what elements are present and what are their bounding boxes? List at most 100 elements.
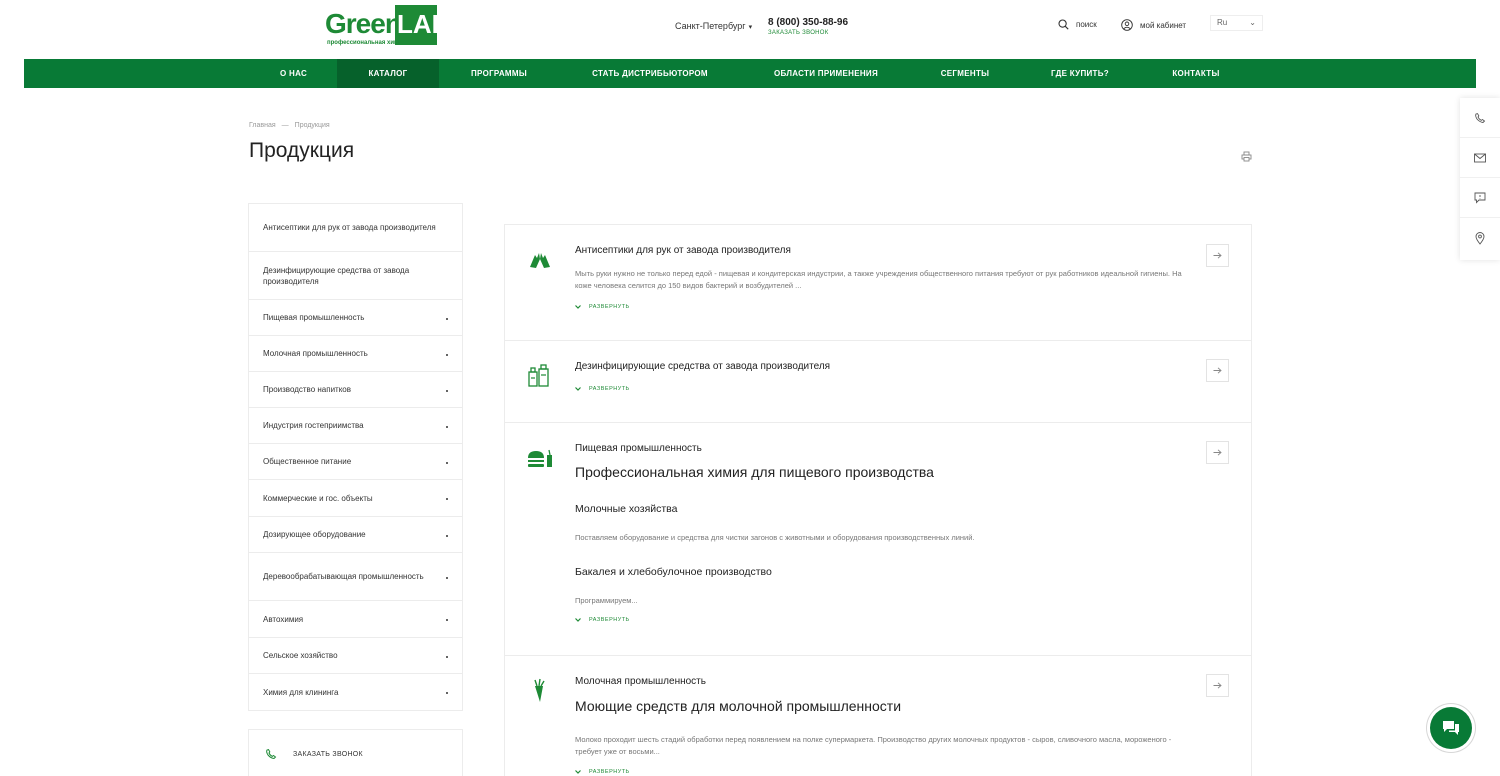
submenu-dot-icon xyxy=(446,425,448,428)
sidebar-item[interactable]: Химия для клининга xyxy=(249,674,462,710)
gloves-icon xyxy=(527,249,553,276)
sidebar-item[interactable]: Автохимия xyxy=(249,601,462,638)
sidebar-item[interactable]: Пищевая промышленность xyxy=(249,300,462,336)
sidebar-item-label: Дозирующее оборудование xyxy=(263,530,366,539)
nav-item-applications[interactable]: ОБЛАСТИ ПРИМЕНЕНИЯ xyxy=(746,59,906,88)
sidebar-item[interactable]: Молочная промышленность xyxy=(249,336,462,372)
submenu-dot-icon xyxy=(446,534,448,537)
sidebar-item-label: Деревообрабатывающая промышленность xyxy=(263,572,424,581)
sidebar-item[interactable]: Индустрия гостеприимства xyxy=(249,408,462,444)
city-label: Санкт-Петербург xyxy=(675,21,746,31)
subsection-description: Программируем... xyxy=(575,596,638,605)
subsection-description: Поставляем оборудование и средства для ч… xyxy=(575,533,975,542)
logo-subtitle: профессиональная химия xyxy=(327,40,406,46)
bottles-icon xyxy=(527,363,553,394)
sidebar-item[interactable]: Антисептики для рук от завода производит… xyxy=(249,204,462,252)
logo-text: Green xyxy=(325,8,402,39)
city-selector[interactable]: Санкт-Петербург ▾ xyxy=(675,21,752,31)
chat-button[interactable] xyxy=(1430,707,1472,749)
sidebar-item[interactable]: Общественное питание xyxy=(249,444,462,480)
page-title: Продукция xyxy=(249,139,355,162)
language-select[interactable]: Ru ⌄ xyxy=(1210,15,1263,31)
expand-button[interactable]: развернуть xyxy=(575,304,630,310)
sidebar-item[interactable]: Коммерческие и гос. объекты xyxy=(249,480,462,517)
expand-button[interactable]: развернуть xyxy=(575,617,630,623)
print-button[interactable] xyxy=(1241,149,1252,167)
cabinet-label: мой кабинет xyxy=(1140,20,1187,30)
nav-item-about[interactable]: О НАС xyxy=(256,59,331,88)
sidebar-item[interactable]: Производство напитков xyxy=(249,372,462,408)
open-category-button[interactable] xyxy=(1206,359,1229,382)
submenu-dot-icon xyxy=(446,619,448,621)
print-icon xyxy=(1241,151,1252,162)
arrow-right-icon xyxy=(1213,367,1222,374)
catalog-item-description: Мыть руки нужно не только перед едой - п… xyxy=(575,269,1182,290)
nav-item-programs[interactable]: ПРОГРАММЫ xyxy=(439,59,559,88)
catalog-item-title[interactable]: Антисептики для рук от завода производит… xyxy=(575,245,791,256)
feedback-side-button[interactable] xyxy=(1460,178,1500,218)
expand-label: развернуть xyxy=(589,304,630,310)
main-nav: О НАС КАТАЛОГ ПРОГРАММЫ СТАТЬ ДИСТРИБЬЮТ… xyxy=(24,59,1476,88)
subsection-title: Молочные хозяйства xyxy=(575,503,678,515)
sidebar-item-label: Антисептики для рук от завода производит… xyxy=(263,223,436,232)
submenu-dot-icon xyxy=(446,353,448,356)
sidebar-item-label: Молочная промышленность xyxy=(263,349,368,358)
submenu-dot-icon xyxy=(446,655,448,658)
open-category-button[interactable] xyxy=(1206,441,1229,464)
contact-side-panel xyxy=(1460,98,1500,260)
sidebar-item-label: Производство напитков xyxy=(263,385,352,394)
submenu-dot-icon xyxy=(446,317,448,320)
submenu-dot-icon xyxy=(446,692,448,694)
nav-item-catalog[interactable]: КАТАЛОГ xyxy=(337,59,439,88)
nav-item-segments[interactable]: СЕГМЕНТЫ xyxy=(924,59,1006,88)
catalog-item-title[interactable]: Пищевая промышленность xyxy=(575,443,702,454)
breadcrumb-home[interactable]: Главная xyxy=(249,122,276,129)
open-category-button[interactable] xyxy=(1206,244,1229,267)
location-side-button[interactable] xyxy=(1460,218,1500,258)
location-icon xyxy=(1475,231,1485,245)
callback-side-button[interactable] xyxy=(1460,98,1500,138)
sidebar-callback-button[interactable]: Заказать звонок xyxy=(248,729,463,776)
mail-icon xyxy=(1474,153,1486,162)
search-label: поиск xyxy=(1076,20,1097,29)
catalog-item-subtitle: Моющие средств для молочной промышленнос… xyxy=(575,698,902,714)
catalog-item-title[interactable]: Дезинфицирующие средства от завода произ… xyxy=(575,361,830,372)
cabinet-button[interactable]: мой кабинет xyxy=(1121,19,1186,31)
nav-item-contacts[interactable]: КОНТАКТЫ xyxy=(1154,59,1238,88)
expand-button[interactable]: развернуть xyxy=(575,386,630,392)
sidebar-item-label: Коммерческие и гос. объекты xyxy=(263,493,373,503)
nav-item-where-to-buy[interactable]: ГДЕ КУПИТЬ? xyxy=(1034,59,1126,88)
catalog-item: Дезинфицирующие средства от завода произ… xyxy=(505,341,1251,423)
catalog-item-subtitle: Профессиональная химия для пищевого прои… xyxy=(575,464,934,480)
callback-link[interactable]: Заказать звонок xyxy=(768,30,829,36)
catalog-item: Антисептики для рук от завода производит… xyxy=(505,225,1251,341)
catalog-item-title[interactable]: Молочная промышленность xyxy=(575,676,706,687)
chevron-down-icon xyxy=(575,770,581,774)
sidebar-item-label: Общественное питание xyxy=(263,457,352,466)
subsection-title: Бакалея и хлебобулочное производство xyxy=(575,566,772,578)
sidebar-item[interactable]: Сельское хозяйство xyxy=(249,638,462,674)
caret-down-icon: ▾ xyxy=(748,24,753,31)
header: Green LAB профессиональная химия Санкт-П… xyxy=(0,0,1500,58)
arrow-right-icon xyxy=(1213,449,1222,456)
sidebar-item-label: Индустрия гостеприимства xyxy=(263,421,364,430)
sidebar-item[interactable]: Дезинфицирующие средства от завода произ… xyxy=(249,252,462,300)
catalog-item: Молочная промышленность Моющие средств д… xyxy=(505,656,1251,776)
arrow-right-icon xyxy=(1213,682,1222,689)
sidebar-item[interactable]: Деревообрабатывающая промышленность xyxy=(249,553,462,601)
sidebar-item-label: Автохимия xyxy=(263,614,304,624)
open-category-button[interactable] xyxy=(1206,674,1229,697)
sidebar-item[interactable]: Дозирующее оборудование xyxy=(249,517,462,553)
search-button[interactable]: поиск xyxy=(1058,19,1097,30)
chevron-down-icon: ⌄ xyxy=(1249,18,1256,27)
phone-number[interactable]: 8 (800) 350-88-96 xyxy=(768,17,848,28)
breadcrumb-current: Продукция xyxy=(294,122,330,129)
logo[interactable]: Green LAB профессиональная химия xyxy=(325,5,437,49)
sidebar-item-label: Сельское хозяйство xyxy=(263,651,338,660)
sidebar-menu: Антисептики для рук от завода производит… xyxy=(248,203,463,711)
chevron-down-icon xyxy=(575,618,581,622)
nav-item-distributor[interactable]: СТАТЬ ДИСТРИБЬЮТОРОМ xyxy=(572,59,728,88)
email-side-button[interactable] xyxy=(1460,138,1500,178)
carrot-icon xyxy=(527,678,553,709)
expand-button[interactable]: развернуть xyxy=(575,769,630,775)
